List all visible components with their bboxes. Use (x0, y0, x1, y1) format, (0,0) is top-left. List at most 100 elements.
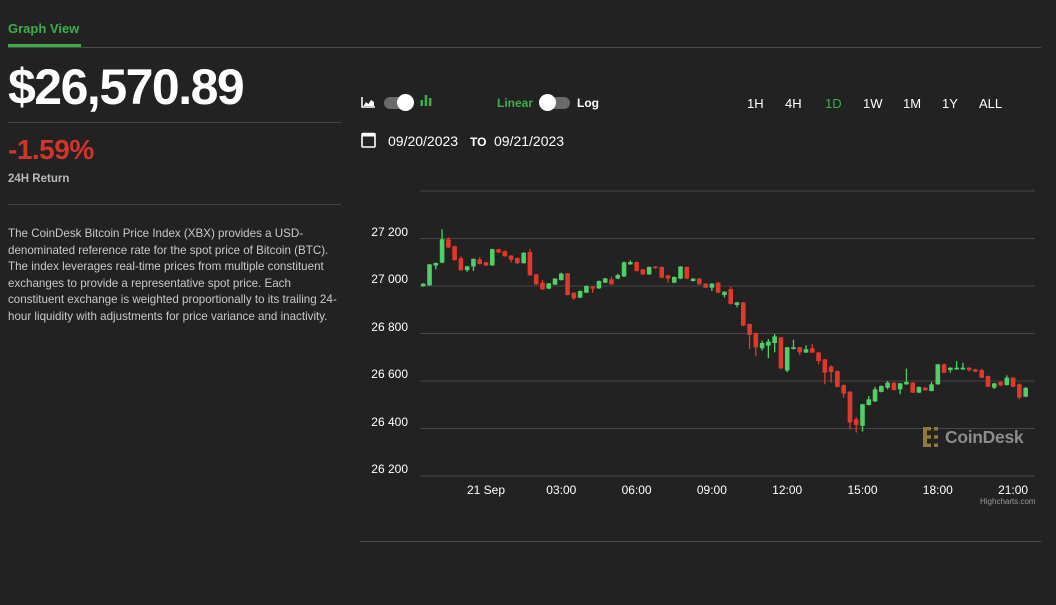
candle[interactable] (565, 272, 570, 296)
candle-body (571, 292, 577, 299)
candle[interactable] (546, 282, 552, 290)
candle[interactable] (502, 250, 508, 257)
candle[interactable] (634, 261, 639, 272)
candle[interactable] (709, 283, 715, 291)
candle[interactable] (985, 375, 991, 388)
candle[interactable] (973, 368, 978, 373)
candle[interactable] (602, 277, 608, 284)
candle[interactable] (678, 266, 683, 280)
candle[interactable] (621, 261, 627, 277)
candle[interactable] (872, 386, 878, 402)
candle[interactable] (979, 368, 985, 379)
candle[interactable] (646, 266, 652, 275)
candle[interactable] (477, 257, 483, 265)
candle[interactable] (521, 252, 526, 264)
candle[interactable] (778, 336, 784, 369)
candle[interactable] (515, 257, 520, 264)
candle[interactable] (533, 273, 539, 285)
candle[interactable] (697, 278, 702, 285)
candle[interactable] (596, 280, 602, 289)
candle[interactable] (439, 229, 445, 264)
candle[interactable] (671, 276, 677, 284)
candle[interactable] (860, 403, 865, 432)
candle[interactable] (879, 385, 884, 393)
candle[interactable] (609, 276, 614, 285)
candle[interactable] (508, 255, 514, 263)
candle[interactable] (659, 266, 664, 279)
candle[interactable] (584, 285, 589, 294)
candle[interactable] (684, 266, 690, 280)
candle[interactable] (810, 344, 815, 353)
candle[interactable] (803, 345, 809, 353)
candle[interactable] (966, 367, 972, 372)
candle[interactable] (960, 362, 966, 370)
candle[interactable] (571, 292, 577, 301)
candle[interactable] (1004, 375, 1010, 386)
candle[interactable] (910, 382, 915, 394)
candle[interactable] (722, 291, 727, 298)
candle[interactable] (772, 333, 777, 353)
candle[interactable] (991, 382, 997, 390)
candle[interactable] (791, 339, 796, 350)
candle[interactable] (835, 370, 840, 388)
candle-body (684, 267, 690, 279)
candle[interactable] (853, 417, 859, 433)
candle[interactable] (464, 265, 470, 272)
candle[interactable] (753, 332, 759, 357)
candle[interactable] (916, 386, 922, 394)
candle[interactable] (615, 273, 621, 280)
candle[interactable] (665, 274, 671, 283)
candle[interactable] (471, 258, 476, 272)
candle[interactable] (904, 368, 909, 385)
candle[interactable] (496, 248, 501, 253)
candle[interactable] (954, 361, 959, 370)
candle[interactable] (458, 256, 464, 271)
candle[interactable] (489, 248, 495, 266)
candle[interactable] (433, 262, 439, 270)
candle[interactable] (740, 301, 746, 327)
candle[interactable] (998, 381, 1003, 387)
candle[interactable] (784, 346, 790, 373)
candle[interactable] (941, 363, 947, 374)
candle[interactable] (897, 382, 903, 395)
highcharts-credits[interactable]: Highcharts.com (980, 497, 1036, 506)
candle[interactable] (427, 263, 432, 286)
candle[interactable] (935, 363, 941, 385)
candle[interactable] (715, 282, 721, 294)
candle[interactable] (690, 278, 696, 282)
candle[interactable] (527, 248, 533, 276)
candle[interactable] (552, 278, 558, 286)
candle[interactable] (1023, 386, 1028, 398)
candle[interactable] (1017, 383, 1022, 400)
candle[interactable] (766, 338, 771, 359)
candle[interactable] (728, 286, 734, 305)
candle[interactable] (885, 381, 890, 390)
candle[interactable] (847, 391, 853, 430)
candle[interactable] (948, 367, 953, 373)
candle[interactable] (734, 301, 740, 308)
candle[interactable] (1010, 377, 1016, 388)
candle[interactable] (452, 245, 457, 261)
candle[interactable] (420, 283, 426, 287)
candle-body (841, 385, 846, 394)
candle[interactable] (540, 280, 545, 290)
candle[interactable] (653, 266, 658, 269)
candle[interactable] (703, 283, 708, 289)
candle[interactable] (577, 290, 583, 299)
candle[interactable] (483, 261, 489, 267)
candle[interactable] (759, 340, 765, 351)
candle[interactable] (590, 286, 595, 293)
candle[interactable] (628, 260, 633, 265)
candle[interactable] (747, 323, 752, 349)
candle[interactable] (922, 387, 928, 391)
candle[interactable] (828, 365, 834, 383)
candle[interactable] (891, 382, 897, 391)
candle[interactable] (640, 268, 646, 275)
candle[interactable] (797, 346, 803, 356)
candle[interactable] (929, 381, 934, 392)
candle[interactable] (841, 384, 846, 398)
price-chart[interactable] (0, 0, 1056, 605)
candle[interactable] (866, 395, 872, 406)
candle[interactable] (816, 352, 821, 365)
candle[interactable] (559, 272, 564, 281)
